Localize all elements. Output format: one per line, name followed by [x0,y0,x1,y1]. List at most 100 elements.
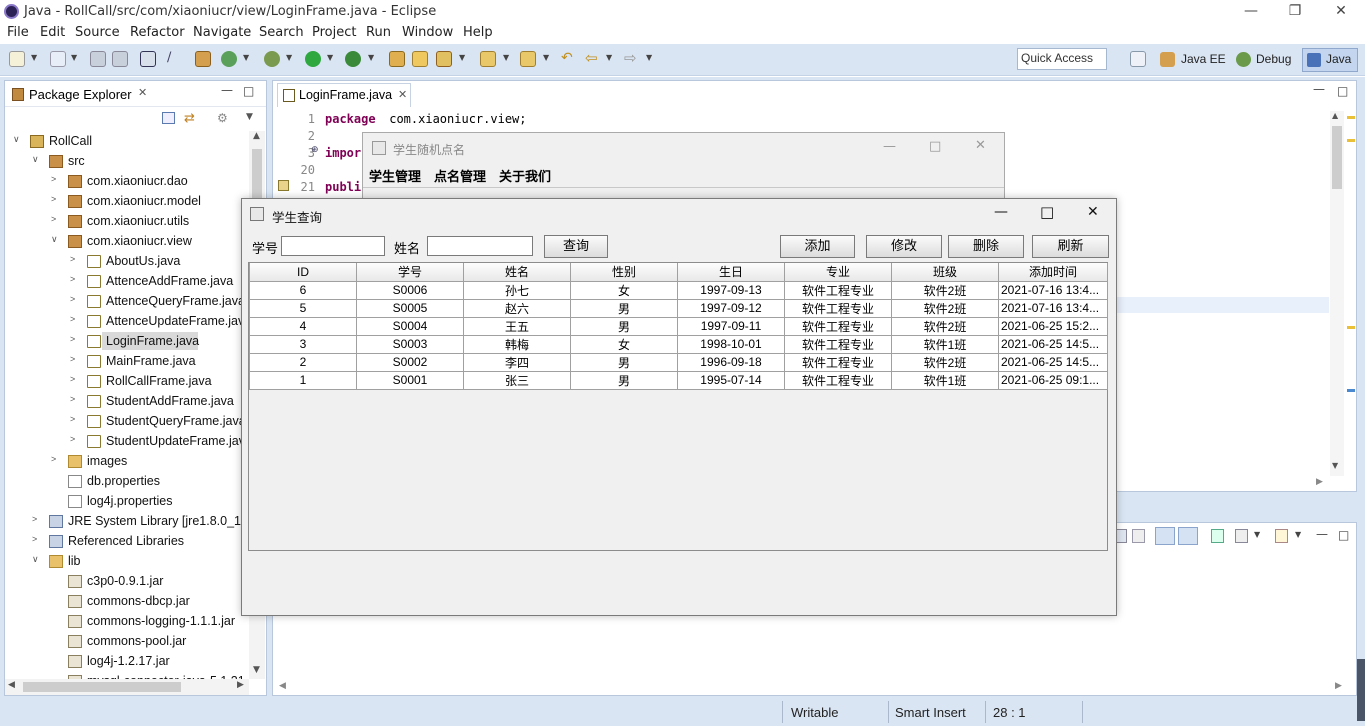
perspective-java[interactable]: Java [1326,52,1351,66]
pin-console-icon[interactable] [1155,527,1175,545]
maximize-button[interactable]: □ [1040,203,1054,221]
tree-item[interactable]: ∨ com.xiaoniucr.view [5,231,249,251]
tree-item[interactable]: log4j-1.2.17.jar [5,651,249,671]
tree-item[interactable]: ∨ lib [5,551,249,571]
close-tab-icon[interactable]: ✕ [138,86,147,99]
table-row[interactable]: 1 S0001 张三男 1995-07-14 软件工程专业 软件1班 2021-06-25 … [249,370,1108,390]
collapsed-arrow-icon[interactable]: > [51,214,56,224]
table-cell[interactable]: 孙七 [463,280,571,300]
package-explorer-tab[interactable]: Package Explorer ✕ — □ [5,81,266,107]
open-perspective-icon[interactable] [1130,51,1146,67]
dropdown-arrow-icon[interactable]: ▼ [286,53,292,62]
tree-item[interactable]: > LoginFrame.java [5,331,249,351]
tree-item[interactable]: > AttenceUpdateFrame.java [5,311,249,331]
collapse-all-icon[interactable] [162,112,175,124]
collapsed-arrow-icon[interactable]: > [70,414,75,424]
dropdown-arrow-icon[interactable]: ▼ [1254,530,1260,539]
collapsed-arrow-icon[interactable]: > [32,514,37,524]
close-button[interactable]: ✕ [1318,0,1364,24]
external-tools-icon[interactable] [345,51,361,67]
tree-item[interactable]: > StudentQueryFrame.java [5,411,249,431]
table-cell[interactable]: 软件1班 [891,370,999,390]
fold-expand-icon[interactable]: ⊕ [311,145,319,155]
edit-button[interactable]: 修改 [866,235,942,258]
scroll-right-icon[interactable]: ▶ [1335,681,1342,691]
scroll-down-icon[interactable]: ▼ [1332,461,1338,470]
column-header[interactable]: 专业 [784,263,892,282]
back-icon[interactable]: ⇦ [585,51,601,67]
menu-navigate[interactable]: Navigate [193,25,251,40]
prev-annotation-icon[interactable] [520,51,536,67]
new-console-icon[interactable] [1211,529,1224,543]
table-row[interactable]: 5 S0005 赵六男 1997-09-12 软件工程专业 软件2班 2021-07-16 … [249,298,1108,318]
table-cell[interactable]: 软件工程专业 [784,352,892,372]
table-cell[interactable]: 赵六 [463,298,571,318]
collapsed-arrow-icon[interactable]: > [51,174,56,184]
table-cell[interactable]: 2021-07-16 13:4... [998,298,1108,318]
dropdown-arrow-icon[interactable]: ▼ [503,53,509,62]
tree-item[interactable]: > JRE System Library [jre1.8.0_191] [5,511,249,531]
open-console-icon[interactable] [1275,529,1288,543]
display-console-icon[interactable] [1235,529,1248,543]
tree-item[interactable]: ∨ src [5,151,249,171]
tree-item[interactable]: > StudentAddFrame.java [5,391,249,411]
word-wrap-icon[interactable] [1132,529,1145,543]
scroll-right-icon[interactable]: ▶ [237,680,244,690]
menu-help[interactable]: Help [463,25,493,40]
table-cell[interactable]: 软件工程专业 [784,298,892,318]
table-cell[interactable]: 软件工程专业 [784,316,892,336]
tree-item[interactable]: > com.xiaoniucr.utils [5,211,249,231]
collapsed-arrow-icon[interactable]: > [70,394,75,404]
save-icon[interactable] [90,51,106,67]
close-button[interactable]: ✕ [1087,204,1099,220]
tree-item[interactable]: > Referenced Libraries [5,531,249,551]
dropdown-arrow-icon[interactable]: ▼ [368,53,374,62]
close-tab-icon[interactable]: ✕ [398,88,407,101]
forward-icon[interactable]: ⇨ [624,51,640,67]
expanded-arrow-icon[interactable]: ∨ [51,234,58,245]
table-cell[interactable]: 2021-06-25 09:1... [998,370,1108,390]
close-button[interactable]: ✕ [975,138,986,153]
table-cell[interactable]: 2021-06-25 14:5... [998,352,1108,372]
menu-edit[interactable]: Edit [40,25,65,40]
table-cell[interactable]: 男 [570,352,678,372]
dropdown-arrow-icon[interactable]: ▼ [459,53,465,62]
table-cell[interactable]: 女 [570,280,678,300]
scroll-up-icon[interactable]: ▲ [1332,111,1338,120]
table-cell[interactable]: 6 [249,280,357,300]
table-cell[interactable]: S0002 [356,352,464,372]
expanded-arrow-icon[interactable]: ∨ [32,154,39,165]
run-icon[interactable] [305,51,321,67]
menu-search[interactable]: Search [259,25,304,40]
table-cell[interactable]: 软件2班 [891,280,999,300]
table-cell[interactable]: 1996-09-18 [677,352,785,372]
table-row[interactable]: 2 S0002 李四男 1996-09-18 软件工程专业 软件2班 2021-06-25 … [249,352,1108,372]
collapsed-arrow-icon[interactable]: > [51,454,56,464]
query-button[interactable]: 查询 [544,235,608,258]
table-cell[interactable]: S0004 [356,316,464,336]
tree-item[interactable]: mysql-connector-java-5.1.21 [5,671,249,679]
table-cell[interactable]: S0005 [356,298,464,318]
tree-item[interactable]: commons-pool.jar [5,631,249,651]
collapsed-arrow-icon[interactable]: > [51,194,56,204]
name-input[interactable] [427,236,533,256]
dropdown-arrow-icon[interactable]: ▼ [243,53,249,62]
collapsed-arrow-icon[interactable]: > [70,354,75,364]
show-console-icon[interactable] [1178,527,1198,545]
maximize-view-icon[interactable]: □ [1338,528,1349,542]
maximize-editor-icon[interactable]: □ [1337,84,1348,98]
tree-item[interactable]: > AttenceAddFrame.java [5,271,249,291]
minimize-button[interactable]: — [1228,0,1274,24]
collapsed-arrow-icon[interactable]: > [70,374,75,384]
horizontal-scrollbar[interactable]: ◀ ▶ [5,679,249,695]
collapsed-arrow-icon[interactable]: > [70,314,75,324]
table-cell[interactable]: 3 [249,334,357,354]
column-header[interactable]: 姓名 [463,263,571,282]
last-edit-icon[interactable]: ↶ [561,51,577,67]
menu-about-us[interactable]: 关于我们 [499,166,551,185]
tree-item[interactable]: > com.xiaoniucr.dao [5,171,249,191]
scroll-up-icon[interactable]: ▲ [253,131,260,141]
tree-item[interactable]: c3p0-0.9.1.jar [5,571,249,591]
new-file-icon[interactable] [50,51,66,67]
table-cell[interactable]: S0006 [356,280,464,300]
